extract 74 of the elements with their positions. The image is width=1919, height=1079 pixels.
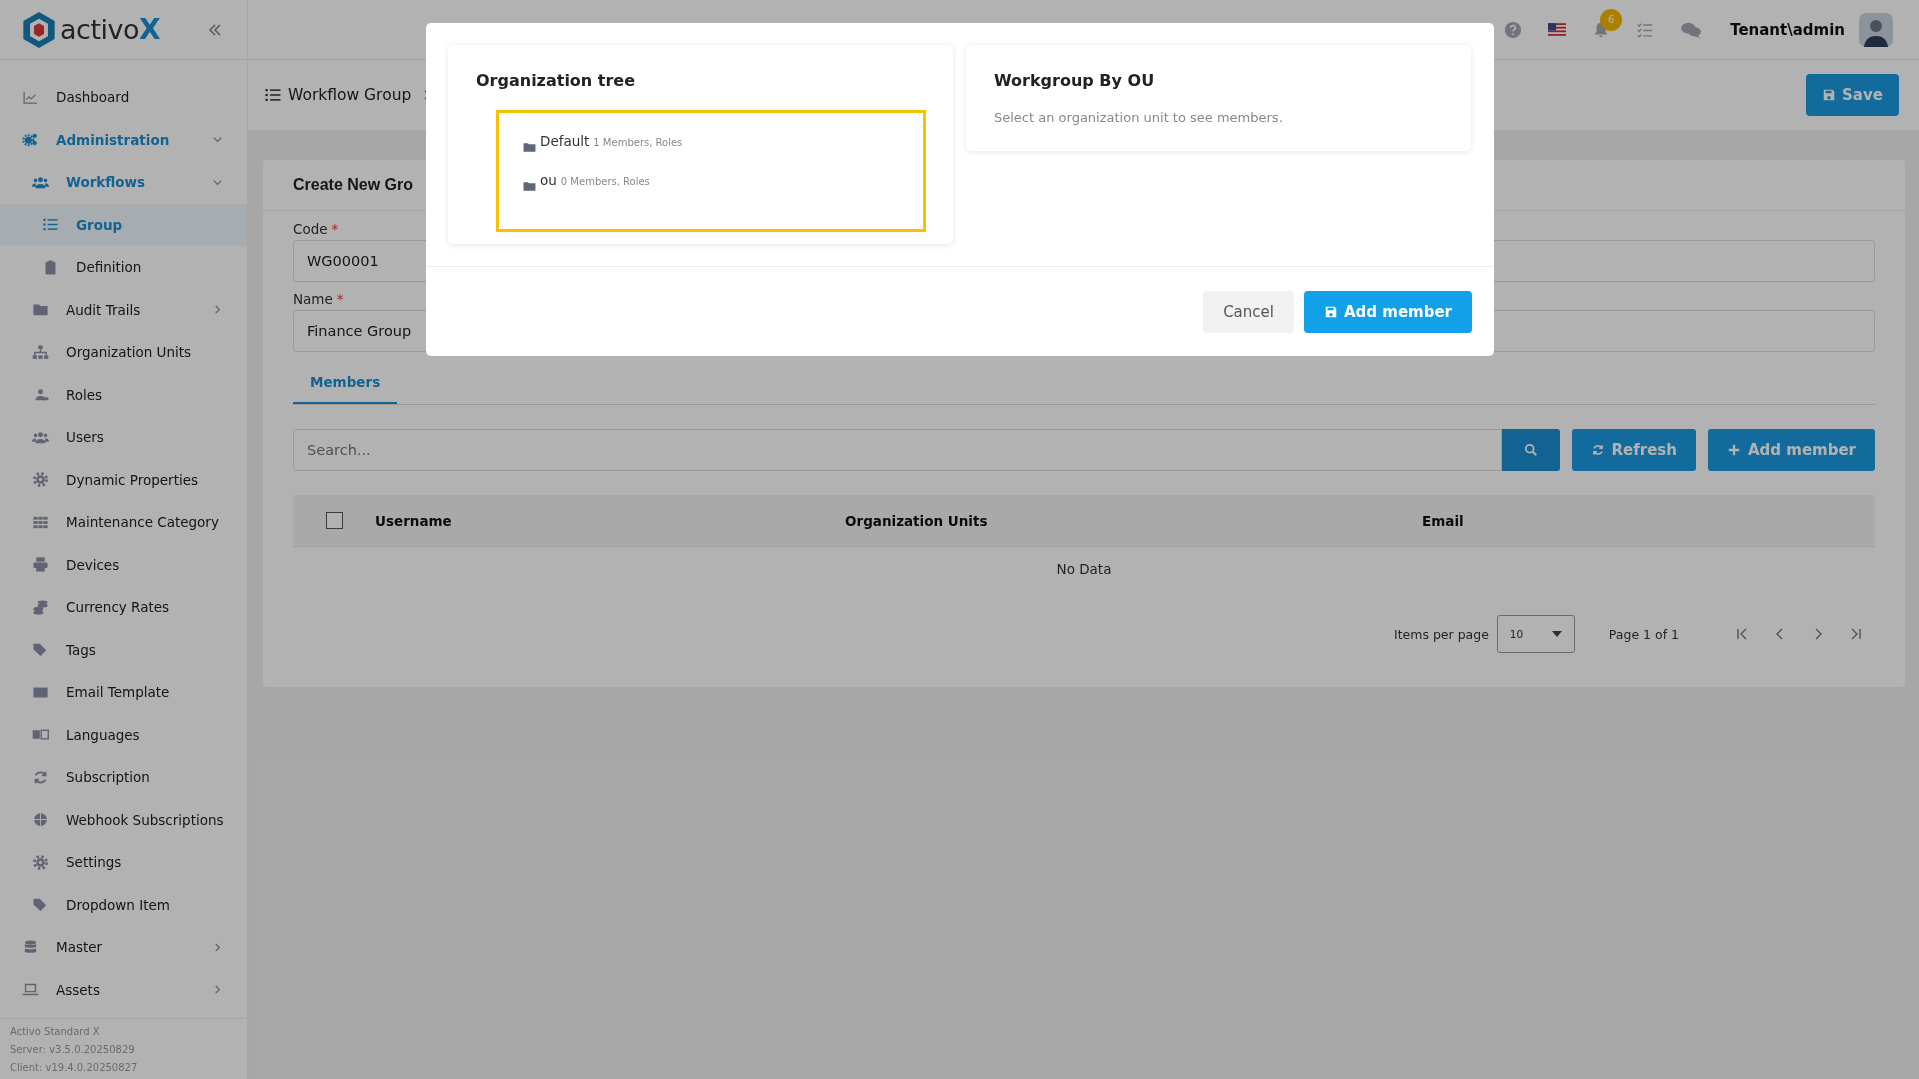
chat-icon[interactable]	[1680, 20, 1703, 39]
cancel-button[interactable]: Cancel	[1203, 291, 1294, 333]
sidebar-item[interactable]: Users	[0, 416, 247, 459]
sidebar-item[interactable]: Assets	[0, 968, 247, 1011]
avatar[interactable]	[1859, 12, 1893, 47]
sidebar-item[interactable]: Devices	[0, 543, 247, 586]
page-indicator: Page 1 of 1	[1608, 626, 1679, 642]
sidebar-item[interactable]: Subscription	[0, 756, 247, 799]
printer-icon	[32, 556, 49, 574]
search-field[interactable]: Search...	[293, 429, 1502, 471]
search-button[interactable]	[1501, 429, 1560, 471]
column-header: Email	[1422, 512, 1464, 529]
sitemap-icon	[32, 343, 49, 361]
coins-icon	[32, 598, 49, 616]
version-text: Server: v3.5.0.20250829	[10, 1043, 136, 1057]
required-mark: *	[331, 221, 339, 237]
search-icon	[1523, 443, 1538, 457]
hint-text: Select an organization unit to see members.	[994, 110, 1284, 125]
sidebar-item[interactable]: Webhook Subscriptions	[0, 798, 247, 841]
notification-badge: 6	[1600, 8, 1623, 31]
caret-icon	[1551, 631, 1562, 637]
page-size-select[interactable]: 10	[1496, 615, 1575, 653]
required-mark: *	[336, 291, 344, 307]
card-title: Workgroup By OU	[994, 71, 1156, 90]
last-page-icon[interactable]	[1849, 627, 1863, 641]
help-icon[interactable]	[1504, 20, 1523, 39]
column-header: Organization Units	[845, 512, 989, 529]
flag-icon[interactable]	[1548, 23, 1567, 36]
sidebar-item[interactable]: Email Template	[0, 671, 247, 714]
tree-node[interactable]: Default 1 Members, Roles	[523, 133, 899, 172]
gears-icon	[22, 131, 39, 149]
organization-tree[interactable]: Default 1 Members, Roles ou 0 Members, Roles	[496, 110, 926, 232]
gear-icon	[32, 853, 49, 871]
breadcrumb-title: Workflow Group	[288, 86, 412, 104]
version-text: Activo Standard X	[10, 1025, 101, 1039]
sidebar-item[interactable]: Audit Trails	[0, 288, 247, 331]
sidebar-item[interactable]: Tags	[0, 628, 247, 671]
empty-message: No Data	[1056, 561, 1112, 577]
card-title: Create New Gro	[293, 176, 414, 194]
gear-icon	[32, 471, 49, 489]
tag-icon	[32, 896, 49, 914]
sidebar-item[interactable]: Organization Units	[0, 331, 247, 374]
version-text: Client: v19.4.0.20250827	[10, 1061, 139, 1075]
folder-icon	[523, 181, 536, 192]
sidebar-item[interactable]: Roles	[0, 373, 247, 416]
sidebar-item[interactable]: Maintenance Category	[0, 501, 247, 544]
sidebar-item[interactable]: Definition	[0, 246, 247, 289]
logo-accent: X	[139, 13, 161, 46]
logo-icon	[22, 10, 56, 49]
save-icon	[1822, 88, 1837, 102]
first-page-icon[interactable]	[1735, 627, 1749, 641]
sidebar-item[interactable]: Dropdown Item	[0, 883, 247, 926]
logo-text: activo	[60, 14, 139, 45]
user-name[interactable]: Tenant\admin	[1730, 20, 1845, 39]
database-icon	[22, 938, 39, 956]
items-per-page-label: Items per page	[1393, 626, 1489, 642]
globe-icon	[32, 811, 49, 829]
folder-icon	[523, 142, 536, 153]
sidebar-item[interactable]: Currency Rates	[0, 586, 247, 629]
sidebar-item[interactable]: Dashboard	[0, 76, 247, 119]
list-icon	[264, 86, 282, 104]
save-icon	[1323, 305, 1338, 319]
tree-node[interactable]: ou 0 Members, Roles	[523, 172, 899, 211]
sidebar-item[interactable]: Languages	[0, 713, 247, 756]
tag-icon	[32, 641, 49, 659]
sidebar-item[interactable]: Master	[0, 926, 247, 969]
sidebar-item[interactable]: Dynamic Properties	[0, 458, 247, 501]
sidebar-item[interactable]: Settings	[0, 841, 247, 884]
card-title: Organization tree	[476, 71, 637, 90]
select-all-checkbox[interactable]	[325, 512, 343, 529]
column-header: Username	[375, 512, 453, 529]
refresh-icon	[1590, 443, 1605, 457]
plus-icon	[1726, 443, 1741, 457]
collapse-icon[interactable]	[207, 21, 223, 38]
